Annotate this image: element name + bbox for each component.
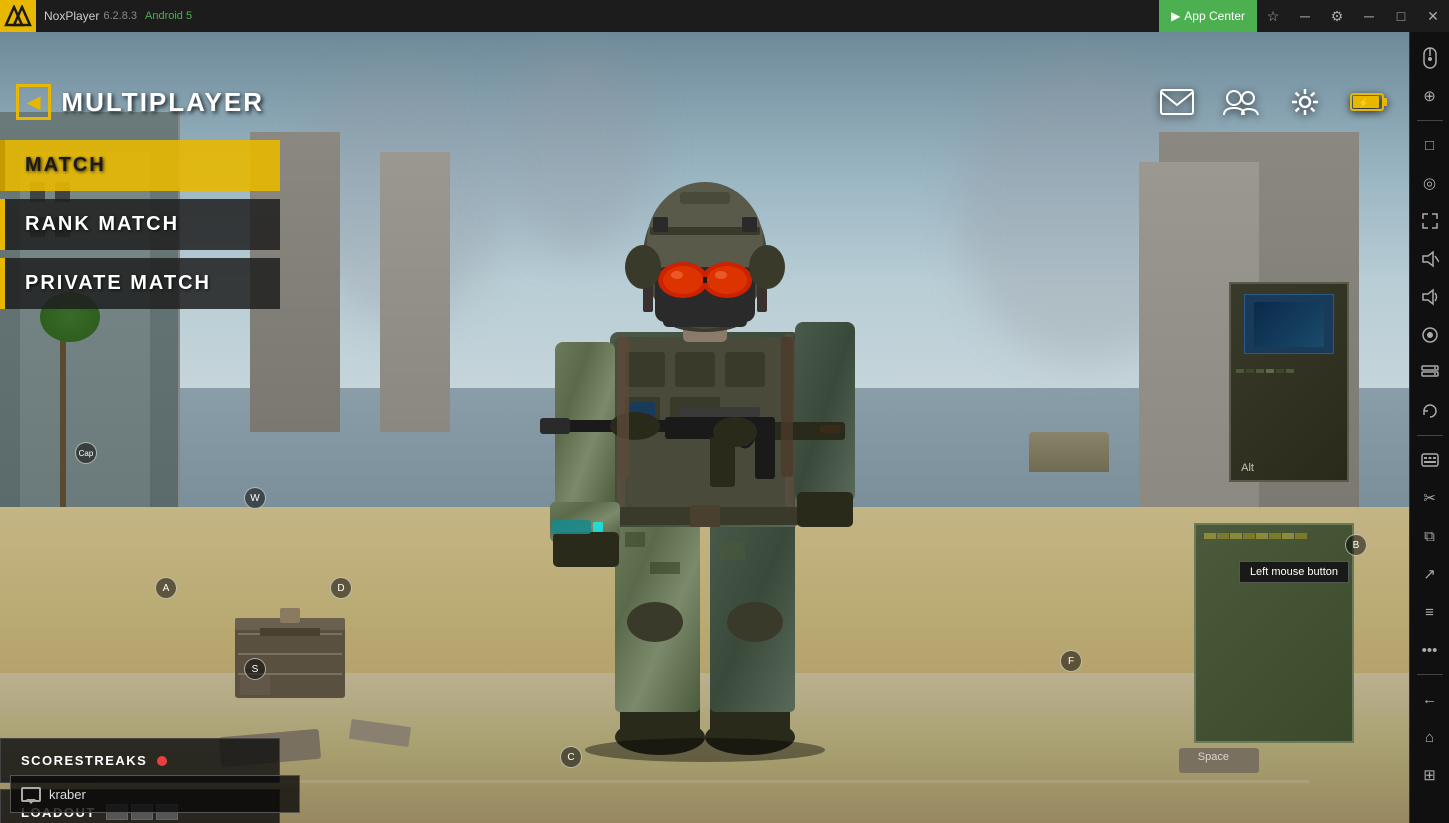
private-match-menu-item[interactable]: PRIVATE MATCH xyxy=(0,258,280,309)
character xyxy=(505,82,905,762)
sidebar-expand-icon[interactable]: ↗ xyxy=(1412,556,1448,592)
key-s: S xyxy=(244,658,266,680)
sidebar-cut-icon[interactable]: ✂ xyxy=(1412,480,1448,516)
mail-icon[interactable] xyxy=(1157,82,1197,122)
sidebar-refresh-icon[interactable] xyxy=(1412,393,1448,429)
left-panel: ◀ MULTIPLAYER MATCH RANK MATCH PRIVATE M… xyxy=(0,64,280,823)
sidebar-storage-icon[interactable] xyxy=(1412,355,1448,391)
multiplayer-title: MULTIPLAYER xyxy=(61,87,264,118)
sidebar-record-icon[interactable] xyxy=(1412,317,1448,353)
multiplayer-header: ◀ MULTIPLAYER xyxy=(0,64,280,136)
app-name: NoxPlayer xyxy=(44,9,99,23)
sidebar-location-icon[interactable]: ◎ xyxy=(1412,165,1448,201)
key-w: W xyxy=(244,487,266,509)
sidebar-volume-off-icon[interactable] xyxy=(1412,241,1448,277)
sidebar-volume-icon[interactable] xyxy=(1412,279,1448,315)
app-center-button[interactable]: ▶ App Center xyxy=(1159,0,1257,32)
app-version: 6.2.8.3 xyxy=(103,10,137,22)
sidebar-back-icon[interactable]: ← xyxy=(1412,681,1448,717)
sidebar-keyboard-icon[interactable] xyxy=(1412,442,1448,478)
notification-dot xyxy=(157,756,167,766)
space-label: Space xyxy=(1198,751,1229,763)
chat-username: kraber xyxy=(49,787,86,802)
friends-icon[interactable] xyxy=(1221,82,1261,122)
chat-icon xyxy=(21,787,41,802)
game-viewport: ⚠ xyxy=(0,32,1409,823)
settings-icon[interactable] xyxy=(1285,82,1325,122)
key-b: B xyxy=(1345,534,1367,556)
sidebar-apps-icon[interactable]: ⊞ xyxy=(1412,757,1448,793)
android-version: Android 5 xyxy=(145,10,192,22)
chat-bar: kraber xyxy=(10,775,300,813)
battery-icon: ⚡ xyxy=(1349,82,1389,122)
key-f: F xyxy=(1060,650,1082,672)
right-sidebar: ⊕ □ ◎ xyxy=(1409,32,1449,823)
match-menu-item[interactable]: MATCH xyxy=(0,140,280,191)
sidebar-divider-1 xyxy=(1417,120,1443,121)
sidebar-more-icon[interactable]: ••• xyxy=(1412,632,1448,668)
alt-label: Alt xyxy=(1241,462,1254,474)
scorestreaks-label: SCORESTREAKS xyxy=(21,753,147,768)
sidebar-mouse-icon[interactable] xyxy=(1412,40,1448,76)
svg-text:⚡: ⚡ xyxy=(1358,97,1369,109)
sidebar-screen-icon[interactable]: □ xyxy=(1412,127,1448,163)
bookmark-button[interactable]: ☆ xyxy=(1257,0,1289,32)
sidebar-copy-icon[interactable]: ⧉ xyxy=(1412,518,1448,554)
rank-match-menu-item[interactable]: RANK MATCH xyxy=(0,199,280,250)
titlebar: NoxPlayer 6.2.8.3 Android 5 ▶ App Center… xyxy=(0,0,1449,32)
sidebar-divider-2 xyxy=(1417,435,1443,436)
key-a: A xyxy=(155,577,177,599)
sidebar-divider-3 xyxy=(1417,674,1443,675)
key-c: C xyxy=(560,746,582,768)
sidebar-resize-icon[interactable] xyxy=(1412,203,1448,239)
restore-button[interactable]: □ xyxy=(1385,0,1417,32)
app-center-label: App Center xyxy=(1184,9,1245,23)
back-button[interactable]: ◀ xyxy=(16,84,51,120)
close-button[interactable]: ✕ xyxy=(1417,0,1449,32)
sidebar-home-icon[interactable]: ⌂ xyxy=(1412,719,1448,755)
sidebar-menu-icon[interactable]: ≡ xyxy=(1412,594,1448,630)
sidebar-add-icon[interactable]: ⊕ xyxy=(1412,78,1448,114)
settings-button[interactable]: ⚙ xyxy=(1321,0,1353,32)
play-icon: ▶ xyxy=(1171,9,1180,23)
key-d: D xyxy=(330,577,352,599)
window-minimize-button[interactable]: ─ xyxy=(1353,0,1385,32)
nox-logo xyxy=(0,0,36,32)
minimize-button[interactable]: ─ xyxy=(1289,0,1321,32)
key-cap: Cap xyxy=(75,442,97,464)
top-hud: ⚡ xyxy=(1157,82,1389,122)
lmb-tooltip: Left mouse button xyxy=(1239,561,1349,583)
